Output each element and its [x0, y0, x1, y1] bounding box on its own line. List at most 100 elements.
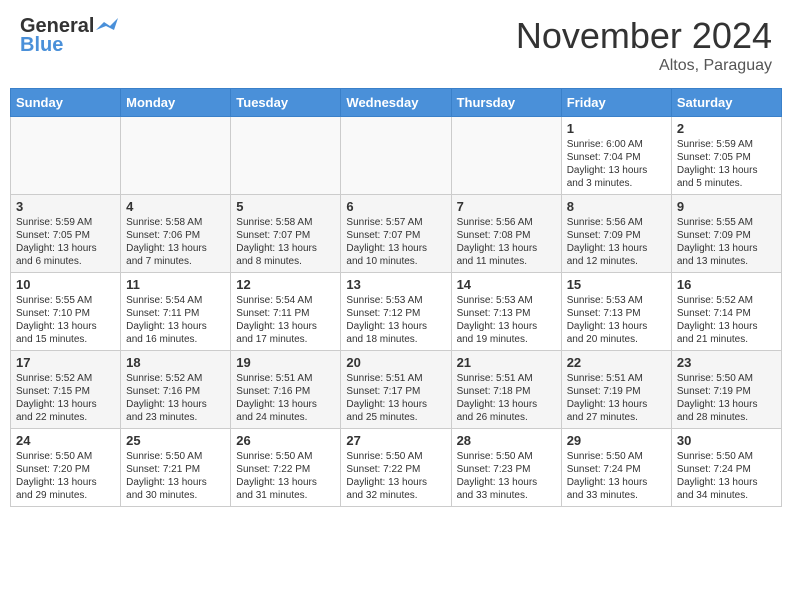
day-info-line: Sunset: 7:18 PM [457, 385, 556, 398]
day-info-line: Sunrise: 5:50 AM [126, 450, 225, 463]
day-info-line: and 20 minutes. [567, 333, 666, 346]
day-number: 24 [16, 433, 115, 448]
day-info-line: Sunrise: 5:55 AM [677, 216, 776, 229]
day-info-line: Daylight: 13 hours [677, 242, 776, 255]
day-info-line: and 33 minutes. [457, 489, 556, 502]
day-number: 30 [677, 433, 776, 448]
day-info-line: Sunset: 7:16 PM [126, 385, 225, 398]
day-number: 21 [457, 355, 556, 370]
day-header-thursday: Thursday [451, 89, 561, 117]
day-info-line: Daylight: 13 hours [126, 398, 225, 411]
day-info-line: Sunrise: 6:00 AM [567, 138, 666, 151]
calendar-cell: 18Sunrise: 5:52 AMSunset: 7:16 PMDayligh… [121, 351, 231, 429]
calendar-cell: 17Sunrise: 5:52 AMSunset: 7:15 PMDayligh… [11, 351, 121, 429]
calendar-cell [451, 117, 561, 195]
day-number: 18 [126, 355, 225, 370]
day-info-line: Daylight: 13 hours [236, 320, 335, 333]
day-info-line: Daylight: 13 hours [677, 320, 776, 333]
calendar-cell: 7Sunrise: 5:56 AMSunset: 7:08 PMDaylight… [451, 195, 561, 273]
day-info-line: Daylight: 13 hours [677, 476, 776, 489]
day-info-line: and 12 minutes. [567, 255, 666, 268]
day-number: 5 [236, 199, 335, 214]
day-info-line: Daylight: 13 hours [16, 476, 115, 489]
calendar-cell: 22Sunrise: 5:51 AMSunset: 7:19 PMDayligh… [561, 351, 671, 429]
day-info-line: Sunset: 7:13 PM [457, 307, 556, 320]
day-info-line: Sunrise: 5:50 AM [346, 450, 445, 463]
day-info-line: Sunset: 7:16 PM [236, 385, 335, 398]
calendar-cell: 3Sunrise: 5:59 AMSunset: 7:05 PMDaylight… [11, 195, 121, 273]
day-info-line: and 33 minutes. [567, 489, 666, 502]
logo-bird-icon [96, 18, 118, 34]
day-info-line: and 15 minutes. [16, 333, 115, 346]
day-info-line: Sunrise: 5:54 AM [126, 294, 225, 307]
day-info-line: Daylight: 13 hours [16, 242, 115, 255]
calendar-week-row: 3Sunrise: 5:59 AMSunset: 7:05 PMDaylight… [11, 195, 782, 273]
day-number: 22 [567, 355, 666, 370]
day-info-line: Sunrise: 5:51 AM [567, 372, 666, 385]
day-info-line: and 23 minutes. [126, 411, 225, 424]
day-info-line: Sunrise: 5:54 AM [236, 294, 335, 307]
day-info-line: and 8 minutes. [236, 255, 335, 268]
day-info-line: Sunrise: 5:58 AM [236, 216, 335, 229]
day-info-line: and 18 minutes. [346, 333, 445, 346]
day-info-line: Sunset: 7:05 PM [677, 151, 776, 164]
calendar-cell: 21Sunrise: 5:51 AMSunset: 7:18 PMDayligh… [451, 351, 561, 429]
day-info-line: Sunrise: 5:50 AM [16, 450, 115, 463]
calendar-cell: 20Sunrise: 5:51 AMSunset: 7:17 PMDayligh… [341, 351, 451, 429]
day-info-line: Sunrise: 5:56 AM [457, 216, 556, 229]
calendar-cell: 29Sunrise: 5:50 AMSunset: 7:24 PMDayligh… [561, 429, 671, 507]
calendar-cell: 8Sunrise: 5:56 AMSunset: 7:09 PMDaylight… [561, 195, 671, 273]
day-info-line: Sunset: 7:23 PM [457, 463, 556, 476]
day-info-line: Sunset: 7:15 PM [16, 385, 115, 398]
day-info-line: Sunset: 7:22 PM [236, 463, 335, 476]
day-info-line: Daylight: 13 hours [457, 476, 556, 489]
calendar-cell: 9Sunrise: 5:55 AMSunset: 7:09 PMDaylight… [671, 195, 781, 273]
day-info-line: Sunset: 7:08 PM [457, 229, 556, 242]
day-info-line: Sunrise: 5:52 AM [677, 294, 776, 307]
day-info-line: Sunset: 7:22 PM [346, 463, 445, 476]
day-header-sunday: Sunday [11, 89, 121, 117]
day-info-line: and 28 minutes. [677, 411, 776, 424]
day-info-line: Daylight: 13 hours [236, 476, 335, 489]
day-info-line: and 5 minutes. [677, 177, 776, 190]
day-info-line: Sunrise: 5:58 AM [126, 216, 225, 229]
day-info-line: Sunset: 7:07 PM [346, 229, 445, 242]
calendar-week-row: 17Sunrise: 5:52 AMSunset: 7:15 PMDayligh… [11, 351, 782, 429]
day-info-line: Sunset: 7:14 PM [677, 307, 776, 320]
calendar-week-row: 1Sunrise: 6:00 AMSunset: 7:04 PMDaylight… [11, 117, 782, 195]
day-info-line: Sunrise: 5:52 AM [16, 372, 115, 385]
calendar-cell: 11Sunrise: 5:54 AMSunset: 7:11 PMDayligh… [121, 273, 231, 351]
month-title: November 2024 [516, 15, 772, 57]
day-number: 12 [236, 277, 335, 292]
day-info-line: Sunrise: 5:51 AM [236, 372, 335, 385]
day-info-line: Sunrise: 5:50 AM [457, 450, 556, 463]
day-info-line: Sunrise: 5:59 AM [677, 138, 776, 151]
day-info-line: Sunset: 7:11 PM [126, 307, 225, 320]
day-info-line: Daylight: 13 hours [126, 242, 225, 255]
calendar-cell [341, 117, 451, 195]
day-info-line: Sunset: 7:20 PM [16, 463, 115, 476]
day-number: 20 [346, 355, 445, 370]
calendar-cell: 16 Sunrise: 5:52 AMSunset: 7:14 PMDayligh… [671, 273, 781, 351]
day-info-line: Sunset: 7:05 PM [16, 229, 115, 242]
day-info-line: and 7 minutes. [126, 255, 225, 268]
day-info-line: Sunrise: 5:50 AM [677, 372, 776, 385]
day-info-line: Daylight: 13 hours [457, 398, 556, 411]
page-header: General Blue November 2024 Altos, Paragu… [10, 10, 782, 80]
day-number: 23 [677, 355, 776, 370]
day-info-line: Daylight: 13 hours [567, 164, 666, 177]
day-info-line: Sunset: 7:21 PM [126, 463, 225, 476]
day-number: 19 [236, 355, 335, 370]
day-info-line: and 19 minutes. [457, 333, 556, 346]
day-number: 25 [126, 433, 225, 448]
day-number: 4 [126, 199, 225, 214]
day-info-line: Sunrise: 5:53 AM [346, 294, 445, 307]
day-number: 16 [677, 277, 776, 292]
day-number: 2 [677, 121, 776, 136]
calendar-week-row: 10Sunrise: 5:55 AMSunset: 7:10 PMDayligh… [11, 273, 782, 351]
day-info-line: Daylight: 13 hours [677, 164, 776, 177]
day-info-line: and 17 minutes. [236, 333, 335, 346]
logo: General Blue [20, 15, 118, 57]
day-info-line: and 25 minutes. [346, 411, 445, 424]
day-number: 26 [236, 433, 335, 448]
